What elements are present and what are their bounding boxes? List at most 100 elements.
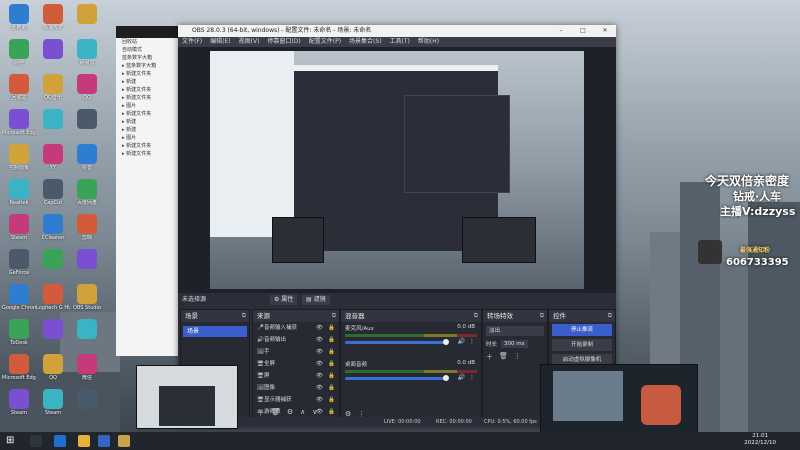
- desktop-icon[interactable]: 控制面板: [2, 142, 36, 178]
- obs-preview-canvas[interactable]: [210, 51, 584, 289]
- source-item[interactable]: 🖥全屏 👁 🔒: [253, 358, 339, 370]
- lock-icon[interactable]: 🔒: [328, 370, 335, 382]
- explorer-tree-item[interactable]: ▸ 图片: [116, 134, 180, 142]
- desktop-icon[interactable]: QQ音乐: [36, 72, 70, 108]
- desktop-icon[interactable]: 此电脑: [2, 2, 36, 38]
- dock-pin-icon[interactable]: ⧉: [608, 310, 612, 322]
- visibility-icon[interactable]: 👁: [316, 334, 323, 346]
- filters-button[interactable]: ▤ 滤镜: [302, 295, 330, 305]
- explorer-tree-item[interactable]: ▸ 新建文件夹: [116, 94, 180, 102]
- visibility-icon[interactable]: 👁: [316, 394, 323, 406]
- menu-item[interactable]: 视图(V): [239, 37, 260, 47]
- add-transition-icon[interactable]: ＋: [486, 352, 493, 362]
- channel-menu-icon[interactable]: ⋮: [469, 374, 475, 381]
- desktop-icon[interactable]: [70, 2, 104, 38]
- desktop-icon[interactable]: 极速PDF: [36, 2, 70, 38]
- desktop-icon[interactable]: 微信: [70, 352, 104, 388]
- menu-item[interactable]: 文件(F): [182, 37, 202, 47]
- desktop-icon[interactable]: 网络: [2, 37, 36, 73]
- visibility-icon[interactable]: 👁: [316, 358, 323, 370]
- menu-item[interactable]: 场景集合(S): [349, 37, 382, 47]
- desktop-icon[interactable]: 百度网盘: [70, 177, 104, 213]
- source-item[interactable]: 🖥显示器捕获 👁 🔒: [253, 394, 339, 406]
- transition-menu-icon[interactable]: ⋮: [514, 352, 521, 362]
- desktop-icon[interactable]: [36, 317, 70, 353]
- desktop-icon[interactable]: CCleaner: [36, 212, 70, 248]
- menu-item[interactable]: 工具(T): [390, 37, 410, 47]
- desktop-icon[interactable]: Realtek: [2, 177, 36, 213]
- explorer-tree-item[interactable]: 回收站: [116, 38, 180, 46]
- start-icon[interactable]: ⊞: [6, 435, 18, 447]
- dock-pin-icon[interactable]: ⧉: [540, 310, 544, 322]
- folder-icon[interactable]: [78, 435, 90, 447]
- desktop-icon[interactable]: QQ: [70, 72, 104, 108]
- properties-button[interactable]: ⚙ 属性: [270, 295, 298, 305]
- control-button[interactable]: 停止推流: [552, 324, 612, 336]
- transition-type-select[interactable]: 淡出: [486, 326, 544, 336]
- duration-input[interactable]: 300 ms: [501, 340, 528, 348]
- minimize-icon[interactable]: –: [550, 25, 572, 37]
- lock-icon[interactable]: 🔒: [328, 334, 335, 346]
- dock-pin-icon[interactable]: ⧉: [242, 310, 246, 322]
- lock-icon[interactable]: 🔒: [328, 322, 335, 334]
- desktop-icon[interactable]: GeForce: [2, 247, 36, 283]
- desktop-icon[interactable]: [70, 107, 104, 143]
- search-icon[interactable]: [30, 435, 42, 447]
- desktop-icon[interactable]: YY: [36, 142, 70, 178]
- explorer-tree-item[interactable]: ▸ 新建: [116, 126, 180, 134]
- remove-transition-icon[interactable]: 🗑: [499, 352, 508, 362]
- explorer-tree-item[interactable]: ▸ 蓝条数字大箱: [116, 62, 180, 70]
- desktop-icon[interactable]: [70, 387, 104, 423]
- volume-slider[interactable]: [345, 339, 449, 345]
- source-item[interactable]: 🎤音频输入捕获 👁 🔒: [253, 322, 339, 334]
- speaker-icon[interactable]: 🔊: [458, 374, 465, 381]
- desktop-icon[interactable]: [70, 247, 104, 283]
- file-explorer-window[interactable]: 回收站 自动模式 蓝条数字大箱 ▸ 蓝条数字大箱 ▸ 新建文件夹 ▸ 新建 ▸ 新建文件…: [116, 26, 180, 356]
- lock-icon[interactable]: 🔒: [328, 382, 335, 394]
- source-item[interactable]: 🖼手 👁 🔒: [253, 346, 339, 358]
- close-icon[interactable]: ✕: [594, 25, 616, 37]
- source-item[interactable]: 🖥屏 👁 🔒: [253, 370, 339, 382]
- desktop-icon[interactable]: Logitech G HUB: [36, 282, 70, 318]
- menu-item[interactable]: 配置文件(P): [309, 37, 341, 47]
- source-item[interactable]: 🔊音频输出 👁 🔒: [253, 334, 339, 346]
- explorer-tree-item[interactable]: ▸ 新建文件夹: [116, 142, 180, 150]
- desktop-icon[interactable]: Google Chrome: [2, 282, 36, 318]
- desktop-icon[interactable]: Steam: [2, 387, 36, 423]
- explorer-tree-item[interactable]: ▸ 新建: [116, 78, 180, 86]
- visibility-icon[interactable]: 👁: [316, 322, 323, 334]
- speaker-icon[interactable]: 🔊: [458, 338, 465, 345]
- desktop-icon[interactable]: [70, 317, 104, 353]
- visibility-icon[interactable]: 👁: [316, 382, 323, 394]
- app-icon[interactable]: [118, 435, 130, 447]
- desktop-icon[interactable]: Steam: [2, 212, 36, 248]
- lock-icon[interactable]: 🔒: [328, 394, 335, 406]
- explorer-tree-item[interactable]: 蓝条数字大箱: [116, 54, 180, 62]
- explorer-tree-item[interactable]: ▸ 新建文件夹: [116, 110, 180, 118]
- source-item[interactable]: 🖼图像 👁 🔒: [253, 382, 339, 394]
- desktop-icon[interactable]: 网易云: [70, 37, 104, 73]
- desktop-icon[interactable]: Microsoft Edge: [2, 352, 36, 388]
- menu-item[interactable]: 停靠窗口(D): [267, 37, 300, 47]
- lock-icon[interactable]: 🔒: [328, 346, 335, 358]
- desktop-icon[interactable]: Microsoft Edge: [2, 107, 36, 143]
- maximize-icon[interactable]: □: [572, 25, 594, 37]
- desktop-icon[interactable]: 回收站: [2, 72, 36, 108]
- dock-pin-icon[interactable]: ⧉: [474, 310, 478, 322]
- desktop-icon[interactable]: [36, 37, 70, 73]
- explorer-tree-item[interactable]: ▸ 新建文件夹: [116, 86, 180, 94]
- desktop-icon[interactable]: QQ: [36, 352, 70, 388]
- explorer-tree-item[interactable]: ▸ 新建: [116, 118, 180, 126]
- taskbar-clock[interactable]: 21:01 2022/12/10: [744, 433, 776, 447]
- desktop-icon[interactable]: OBS Studio: [70, 282, 104, 318]
- explorer-tree-item[interactable]: ▸ 新建文件夹: [116, 70, 180, 78]
- lock-icon[interactable]: 🔒: [328, 358, 335, 370]
- menu-item[interactable]: 编辑(E): [210, 37, 230, 47]
- desktop-icon[interactable]: ToDesk: [2, 317, 36, 353]
- visibility-icon[interactable]: 👁: [316, 346, 323, 358]
- edge-icon[interactable]: [54, 435, 66, 447]
- desktop-icon[interactable]: Steam: [36, 387, 70, 423]
- explorer-tree-item[interactable]: ▸ 图片: [116, 102, 180, 110]
- desktop-icon[interactable]: [36, 107, 70, 143]
- explorer-tree-item[interactable]: 自动模式: [116, 46, 180, 54]
